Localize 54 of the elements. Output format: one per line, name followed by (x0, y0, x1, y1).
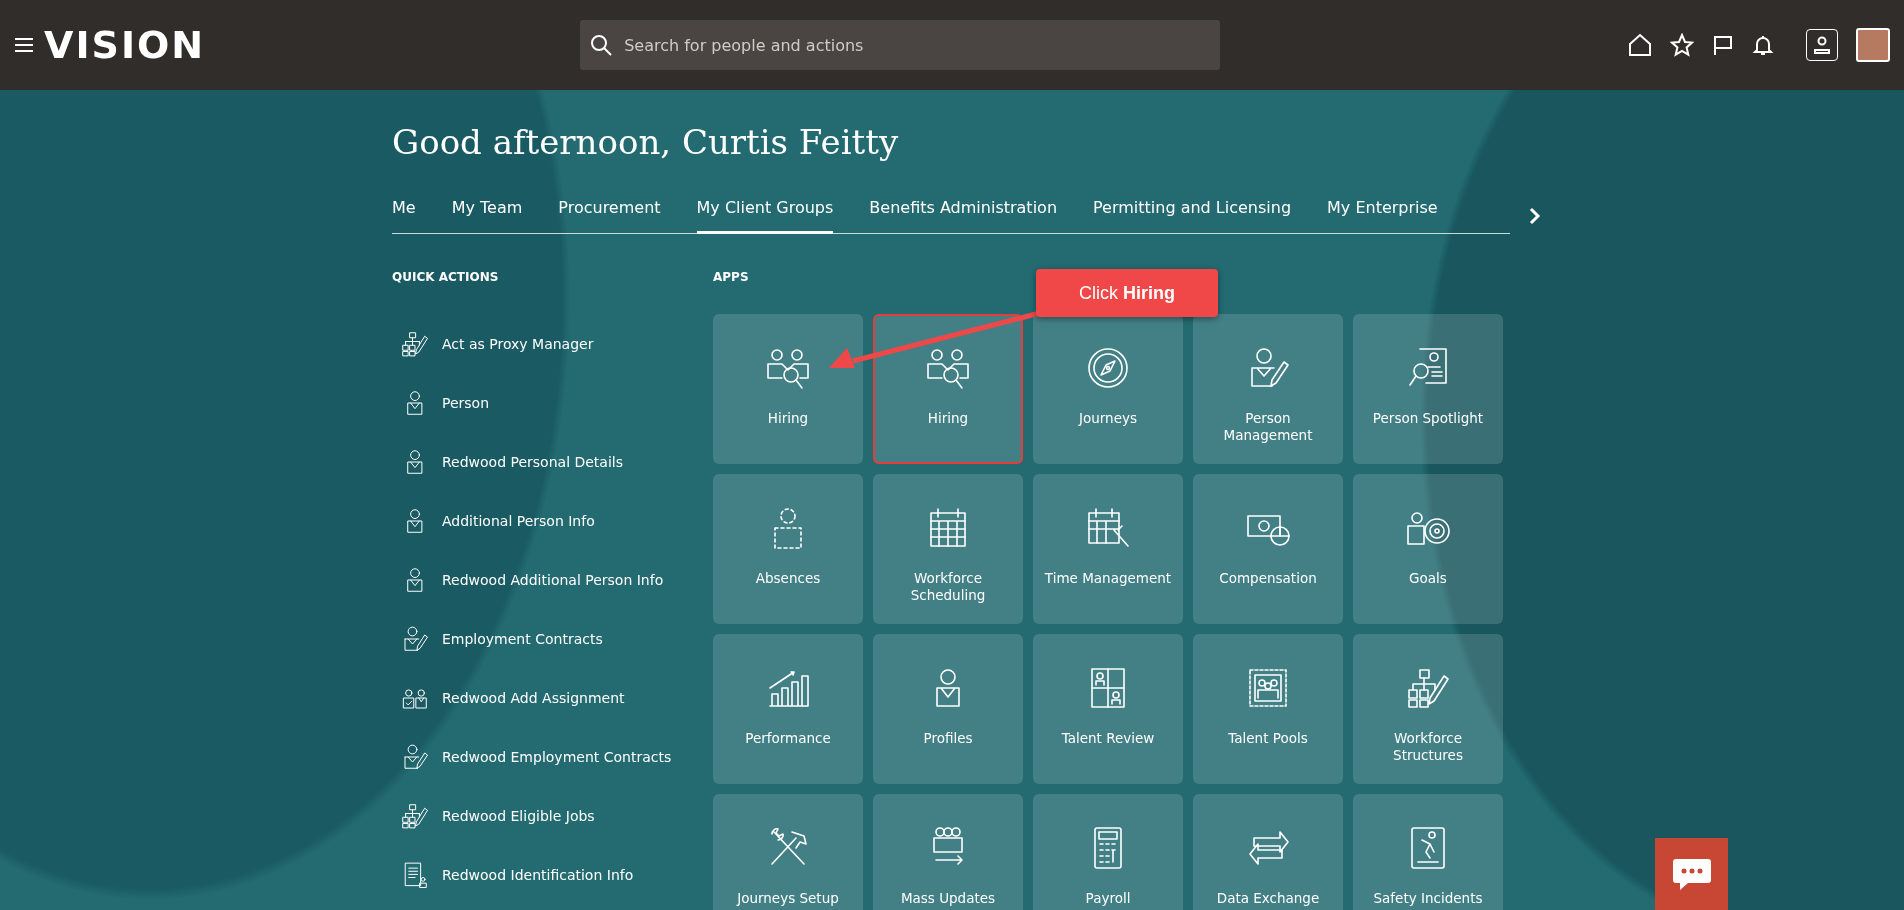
app-tile[interactable]: Hiring (713, 314, 863, 464)
tab[interactable]: My Client Groups (696, 198, 834, 234)
app-tile[interactable]: Talent Pools (1193, 634, 1343, 784)
tab[interactable]: Benefits Administration (869, 198, 1057, 234)
tab[interactable]: Procurement (558, 198, 661, 234)
app-tile[interactable]: Payroll (1033, 794, 1183, 910)
quick-action-link[interactable]: Redwood Personal Details (442, 453, 623, 470)
chat-bubble-icon (1671, 857, 1712, 891)
quick-action-link[interactable]: Employment Contracts (442, 630, 603, 647)
app-tile[interactable]: Performance (713, 634, 863, 784)
quick-action-link[interactable]: Person (442, 394, 490, 411)
quick-action-link[interactable]: Redwood Employment Contracts (442, 748, 672, 765)
person-icon (1813, 36, 1831, 54)
quick-action-link[interactable]: Redwood Eligible Jobs (442, 807, 595, 824)
app-tile[interactable]: Profiles (873, 634, 1023, 784)
quick-action-link[interactable]: Act as Proxy Manager (442, 335, 594, 352)
menu-button[interactable] (14, 37, 34, 53)
section-heading: QUICK ACTIONS (392, 270, 499, 284)
section-heading: APPS (713, 270, 749, 284)
quick-action-link[interactable]: Redwood Add Assignment (442, 689, 625, 706)
app-tile[interactable]: Person Management (1193, 314, 1343, 464)
app-tile[interactable]: Talent Review (1033, 634, 1183, 784)
chevron-right-icon[interactable] (1528, 206, 1542, 226)
app-tile[interactable]: Journeys (1033, 314, 1183, 464)
tab[interactable]: My Enterprise (1327, 198, 1438, 234)
avatar-photo-placeholder[interactable] (1856, 28, 1890, 62)
tab[interactable]: My Team (451, 198, 523, 234)
search-icon (590, 34, 613, 56)
logo: VISION (44, 23, 206, 67)
app-tile[interactable]: Hiring (873, 314, 1023, 464)
tab[interactable]: Permitting and Licensing (1093, 198, 1292, 234)
app-tile[interactable]: Journeys Setup (713, 794, 863, 910)
app-tile[interactable]: Goals (1353, 474, 1503, 624)
app-tile[interactable]: Time Management (1033, 474, 1183, 624)
app-tile[interactable]: Mass Updates (873, 794, 1023, 910)
tab[interactable]: Me (392, 198, 416, 234)
quick-action-link[interactable]: Redwood Additional Person Info (442, 571, 664, 588)
app-tile[interactable]: Absences (713, 474, 863, 624)
star-icon[interactable] (1670, 33, 1694, 57)
app-tile[interactable]: Safety Incidents (1353, 794, 1503, 910)
app-tile[interactable]: Workforce Scheduling (873, 474, 1023, 624)
app-tile[interactable]: Data Exchange (1193, 794, 1343, 910)
home-icon[interactable] (1628, 33, 1652, 57)
bell-icon[interactable] (1752, 34, 1774, 56)
greeting-heading: Good afternoon, Curtis Feitty (392, 122, 900, 162)
quick-action-link[interactable]: Redwood Identification Info (442, 866, 634, 883)
app-tile[interactable]: Person Spotlight (1353, 314, 1503, 464)
callout-label: Click Hiring (1036, 269, 1218, 317)
quick-action-link[interactable]: Additional Person Info (442, 512, 595, 529)
flag-icon[interactable] (1712, 34, 1734, 56)
chat-button[interactable] (1655, 838, 1728, 910)
app-tile[interactable]: Compensation (1193, 474, 1343, 624)
user-button[interactable] (1806, 29, 1838, 61)
app-tile[interactable]: Workforce Structures (1353, 634, 1503, 784)
